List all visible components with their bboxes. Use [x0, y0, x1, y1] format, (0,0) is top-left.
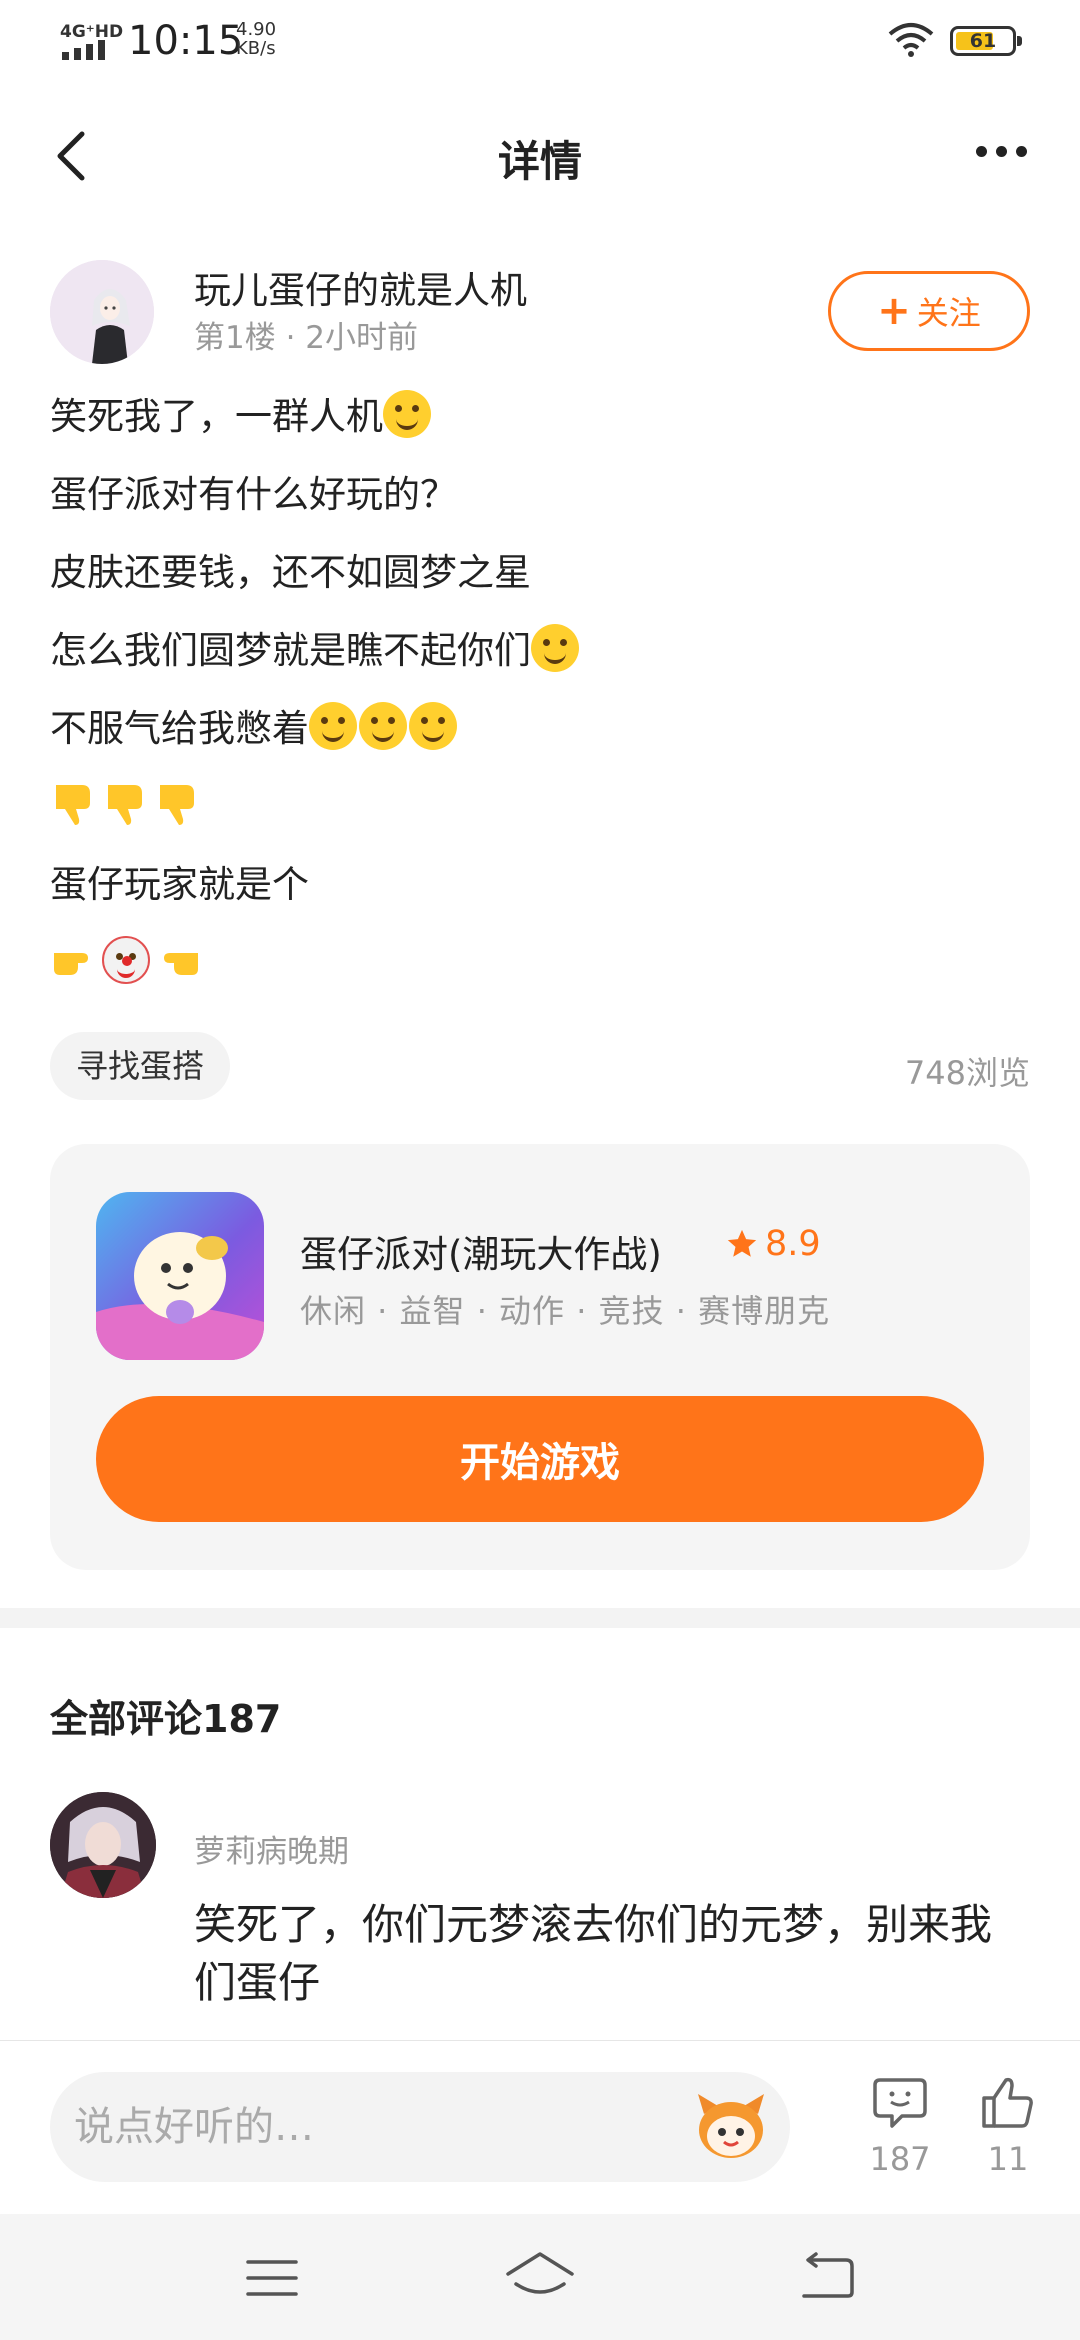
speed-value: 4.90: [236, 19, 277, 40]
grinning-emoji: [531, 624, 579, 672]
post-content: 笑死我了，一群人机 蛋仔派对有什么好玩的？ 皮肤还要钱，还不如圆梦之星 怎么我们…: [50, 385, 1030, 1009]
post-line: [50, 775, 1030, 853]
post-line: 皮肤还要钱，还不如圆梦之星: [50, 551, 531, 594]
game-name[interactable]: 蛋仔派对(潮玩大作战): [300, 1224, 662, 1278]
comment-input[interactable]: 说点好听的…: [50, 2072, 790, 2182]
pointing-right-emoji: [54, 953, 88, 975]
follow-button[interactable]: + 关注: [828, 271, 1030, 351]
star-icon: [727, 1229, 757, 1257]
author-meta: 第1楼 · 2小时前: [194, 320, 419, 356]
comment-author[interactable]: 萝莉病晚期: [194, 1826, 349, 1871]
topic-tag[interactable]: 寻找蛋搭: [50, 1032, 231, 1100]
start-game-button[interactable]: 开始游戏: [96, 1396, 984, 1522]
game-rating: 8.9: [725, 1224, 821, 1264]
battery-indicator: 61: [950, 26, 1022, 56]
squinting-tongue-emoji: [359, 702, 407, 750]
network-type: 4G⁺HD: [60, 22, 124, 42]
comment-icon: [873, 2078, 927, 2128]
post-line: 蛋仔玩家就是个: [50, 863, 309, 906]
author-name[interactable]: 玩儿蛋仔的就是人机: [194, 260, 527, 314]
comment-text: 笑死了，你们元梦滚去你们的元梦，别来我们蛋仔: [194, 1900, 993, 2007]
like-icon: [982, 2077, 1033, 2128]
commenter-avatar[interactable]: [50, 1792, 156, 1898]
plus-icon: +: [877, 288, 911, 334]
page-title: 详情: [497, 137, 582, 186]
post-line: 蛋仔派对有什么好玩的？: [50, 473, 457, 516]
status-bar: 4G⁺HD 10:15 4.90 KB/s 61: [0, 0, 1080, 80]
mascot-icon[interactable]: [694, 2092, 768, 2162]
clown-emoji: [102, 936, 150, 984]
follow-label: 关注: [916, 294, 981, 332]
clock: 10:15: [128, 18, 244, 64]
squinting-tongue-emoji: [309, 702, 357, 750]
battery-level: 61: [969, 30, 997, 52]
thumbs-down-emoji: [56, 785, 90, 825]
squinting-tongue-emoji: [409, 702, 457, 750]
comments-title: 全部评论187: [50, 1697, 282, 1741]
author-avatar[interactable]: [50, 260, 154, 364]
thumbs-down-emoji: [108, 785, 142, 825]
network-speed: 4.90 KB/s: [236, 20, 276, 58]
wifi-icon: [888, 23, 934, 57]
signal-icon: [62, 40, 105, 60]
post-line: 怎么我们圆梦就是瞧不起你们: [50, 619, 1030, 697]
post-line: 笑死我了，一群人机: [50, 385, 1030, 463]
menu-icon[interactable]: [244, 2256, 300, 2300]
post-line: [50, 931, 1030, 1009]
speed-unit: KB/s: [236, 38, 276, 59]
game-tags: 休闲 · 益智 · 动作 · 竞技 · 赛博朋克: [300, 1292, 831, 1330]
winking-tongue-emoji: [383, 390, 431, 438]
pointing-left-emoji: [164, 953, 198, 975]
game-app-icon[interactable]: [96, 1192, 264, 1360]
return-icon[interactable]: [796, 2252, 856, 2300]
section-divider: [0, 1608, 1080, 1628]
like-count: 11: [987, 2140, 1029, 2178]
comment-action[interactable]: 187: [860, 2076, 940, 2178]
comment-count: 187: [869, 2140, 931, 2178]
like-action[interactable]: 11: [968, 2076, 1048, 2178]
thumbs-down-emoji: [160, 785, 194, 825]
rating-value: 8.9: [765, 1224, 821, 1264]
view-count: 748浏览: [904, 1054, 1030, 1092]
more-icon[interactable]: [976, 146, 1027, 157]
home-icon[interactable]: [504, 2250, 576, 2304]
post-line: 不服气给我憋着: [50, 697, 1030, 775]
